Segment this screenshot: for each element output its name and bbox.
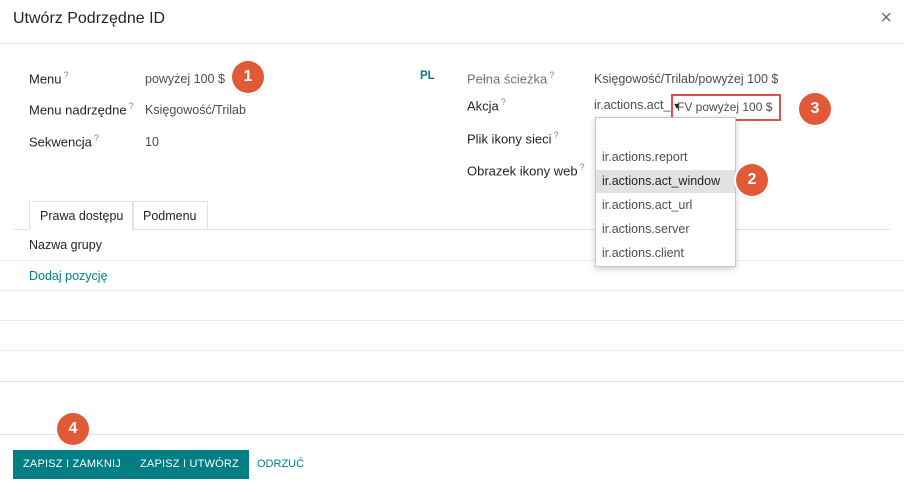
full-path-label: Pełna ścieżka? [467, 70, 555, 87]
dialog-header: Utwórz Podrzędne ID × [0, 0, 904, 44]
web-icon-label: Plik ikony sieci? [467, 130, 559, 147]
dropdown-item-act-url[interactable]: ir.actions.act_url [596, 194, 735, 217]
action-label: Akcja? [467, 97, 506, 114]
action-type-dropdown: ir.actions.report ir.actions.act_window … [595, 117, 736, 267]
row-divider [0, 350, 904, 351]
sequence-label: Sekwencja? [29, 133, 99, 150]
parent-menu-label: Menu nadrzędne? [29, 101, 134, 118]
tab-access-rights[interactable]: Prawa dostępu [29, 201, 135, 230]
help-icon: ? [579, 162, 585, 172]
save-close-button[interactable]: ZAPISZ I ZAMKNIJ [13, 450, 131, 479]
row-divider [0, 381, 904, 382]
close-icon[interactable]: × [880, 8, 892, 28]
discard-button[interactable]: ODRZUĆ [257, 458, 304, 470]
add-line-link[interactable]: Dodaj pozycję [29, 269, 108, 283]
dropdown-item-report[interactable]: ir.actions.report [596, 146, 735, 169]
step-badge-2: 2 [736, 164, 768, 196]
help-icon: ? [128, 101, 134, 111]
step-badge-1: 1 [232, 61, 264, 93]
action-type-select[interactable]: ir.actions.act_ ▼ [594, 98, 681, 112]
step-badge-4: 4 [57, 413, 89, 445]
step-badge-3: 3 [799, 93, 831, 125]
column-header-group-name[interactable]: Nazwa grupy [29, 238, 102, 252]
language-button[interactable]: PL [420, 70, 435, 82]
menu-field[interactable]: powyżej 100 $ [145, 72, 225, 86]
footer-divider [0, 434, 904, 435]
web-icon-image-label: Obrazek ikony web? [467, 162, 585, 179]
dropdown-item-act-window[interactable]: ir.actions.act_window [596, 170, 735, 193]
help-icon: ? [63, 70, 69, 80]
parent-menu-field[interactable]: Księgowość/Trilab [145, 103, 246, 117]
help-icon: ? [500, 97, 506, 107]
row-divider [0, 260, 904, 261]
row-divider [0, 290, 904, 291]
dialog-title: Utwórz Podrzędne ID [13, 10, 166, 27]
menu-label: Menu? [29, 70, 69, 87]
help-icon: ? [93, 133, 99, 143]
tab-submenu[interactable]: Podmenu [132, 201, 208, 230]
save-new-button[interactable]: ZAPISZ I UTWÓRZ [130, 450, 249, 479]
sequence-field[interactable]: 10 [145, 135, 159, 149]
dropdown-item-client[interactable]: ir.actions.client [596, 242, 735, 265]
help-icon: ? [553, 130, 559, 140]
full-path-value: Księgowość/Trilab/powyżej 100 $ [594, 72, 779, 86]
row-divider [0, 320, 904, 321]
dropdown-item-server[interactable]: ir.actions.server [596, 218, 735, 241]
help-icon: ? [549, 70, 555, 80]
